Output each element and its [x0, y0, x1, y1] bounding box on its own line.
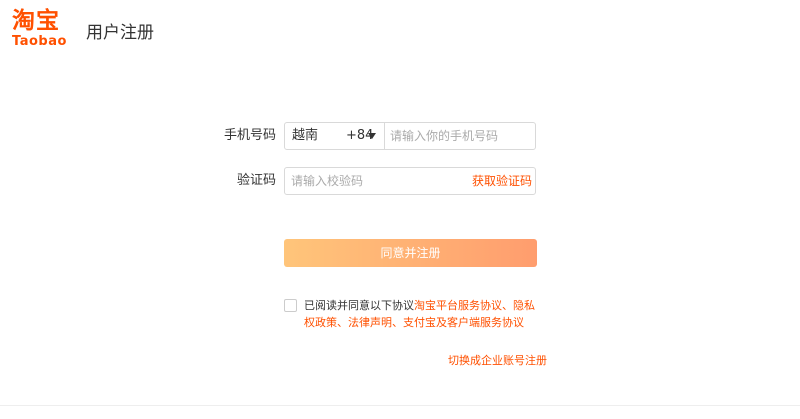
- page-title: 用户注册: [86, 23, 154, 43]
- get-code-button[interactable]: 获取验证码: [472, 173, 532, 189]
- agreement-text: 已阅读并同意以下协议淘宝平台服务协议、隐私权政策、法律声明、支付宝及客户端服务协…: [304, 297, 544, 331]
- switch-enterprise-register-link[interactable]: 切换成企业账号注册: [448, 354, 547, 368]
- logo-taobao-cn[interactable]: 淘宝: [12, 6, 60, 36]
- logo-taobao-en[interactable]: Taobao: [12, 34, 67, 50]
- agreement-checkbox[interactable]: [284, 299, 297, 312]
- legal-statement-link[interactable]: 法律声明: [348, 316, 392, 329]
- agreement-separator: 、: [392, 316, 403, 329]
- agreement-separator: 、: [337, 316, 348, 329]
- platform-service-agreement-link[interactable]: 淘宝平台服务协议: [414, 299, 502, 312]
- footer-divider: [0, 405, 800, 406]
- alipay-client-agreement-link[interactable]: 支付宝及客户端服务协议: [403, 316, 524, 329]
- agreement-prefix: 已阅读并同意以下协议: [304, 299, 414, 312]
- phone-label: 手机号码: [223, 128, 276, 143]
- agreement-separator: 、: [502, 299, 513, 312]
- caret-down-icon[interactable]: [368, 133, 376, 139]
- phone-input[interactable]: [390, 124, 532, 148]
- agree-register-button[interactable]: 同意并注册: [284, 239, 537, 267]
- country-select[interactable]: 越南: [292, 128, 318, 144]
- verification-code-input[interactable]: [291, 169, 461, 193]
- code-label: 验证码: [236, 173, 276, 188]
- field-divider: [384, 123, 385, 149]
